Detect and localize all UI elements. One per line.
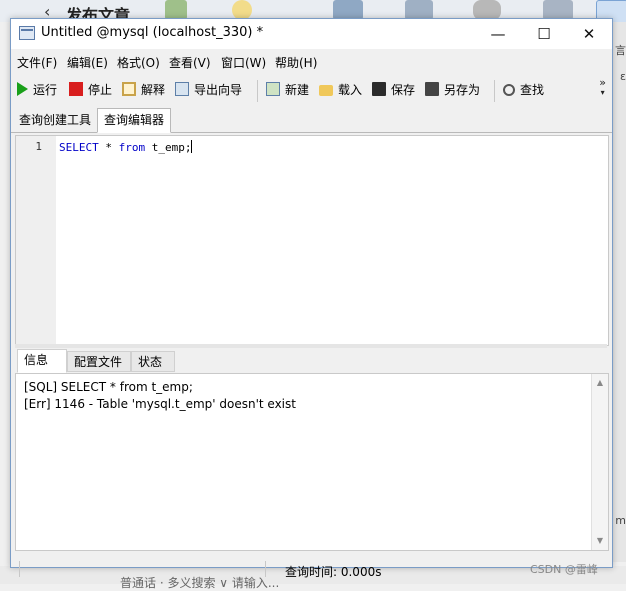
window-title: Untitled @mysql (localhost_330) * — [41, 25, 264, 40]
taskbar-view-icon[interactable] — [405, 0, 433, 20]
sql-keyword: from — [118, 141, 146, 154]
tab-status[interactable]: 状态 — [131, 351, 175, 372]
menu-view[interactable]: 查看(V) — [169, 54, 211, 71]
menu-help[interactable]: 帮助(H) — [275, 54, 317, 71]
query-window: Untitled @mysql (localhost_330) * — ☐ ✕ … — [10, 18, 613, 579]
new-button[interactable]: 新建 — [266, 81, 309, 99]
export-wizard-button[interactable]: 导出向导 — [175, 81, 242, 99]
result-tabs: 信息 配置文件 状态 — [15, 349, 607, 373]
title-bar[interactable]: Untitled @mysql (localhost_330) * — ☐ ✕ — [11, 19, 612, 49]
load-button[interactable]: 载入 — [319, 81, 362, 99]
sql-code-line[interactable]: SELECT * from t_emp; — [59, 140, 193, 154]
tab-query-editor[interactable]: 查询编辑器 — [97, 108, 172, 133]
new-query-icon — [266, 82, 280, 96]
save-label: 保存 — [391, 83, 416, 97]
folder-icon — [319, 85, 333, 96]
load-label: 载入 — [338, 83, 363, 97]
menu-bar: 文件(F) 编辑(E) 格式(O) 查看(V) 窗口(W) 帮助(H) — [11, 50, 612, 72]
export-icon — [175, 82, 189, 96]
status-divider — [19, 561, 20, 577]
close-button[interactable]: ✕ — [566, 19, 612, 49]
save-icon — [372, 82, 386, 96]
save-as-button[interactable]: 另存为 — [425, 81, 480, 99]
play-icon — [17, 82, 28, 96]
find-button[interactable]: 查找 — [503, 81, 544, 99]
toolbar-divider — [257, 80, 258, 102]
tab-query-builder[interactable]: 查询创建工具 — [13, 110, 97, 131]
taskbar-bulb-icon[interactable] — [232, 0, 252, 20]
menu-window[interactable]: 窗口(W) — [221, 54, 266, 71]
message-line: [SQL] SELECT * from t_emp; — [24, 380, 193, 394]
save-as-icon — [425, 82, 439, 96]
status-bar: 查询时间: 0.000s — [11, 559, 612, 581]
toolbar-overflow-button[interactable]: » ▾ — [599, 76, 606, 98]
background-right-panel: 言 ε m — [612, 22, 626, 562]
sql-keyword: SELECT — [59, 141, 99, 154]
pane-splitter[interactable] — [15, 344, 607, 348]
tab-profile[interactable]: 配置文件 — [67, 351, 131, 372]
export-wizard-label: 导出向导 — [194, 83, 243, 97]
explain-button[interactable]: 解释 — [122, 81, 165, 99]
query-time-status: 查询时间: 0.000s — [285, 565, 382, 579]
message-scrollbar[interactable]: ▲ ▼ — [591, 374, 608, 550]
menu-file[interactable]: 文件(F) — [17, 54, 57, 71]
status-divider — [265, 561, 266, 577]
scroll-up-icon[interactable]: ▲ — [592, 376, 608, 390]
save-as-label: 另存为 — [444, 83, 481, 97]
line-gutter: 1 — [16, 136, 56, 345]
sql-text: t_emp; — [145, 141, 192, 154]
taskbar-schedule-icon[interactable] — [543, 0, 573, 20]
stop-icon — [69, 82, 83, 96]
stop-button[interactable]: 停止 — [69, 81, 112, 99]
run-label: 运行 — [33, 83, 58, 97]
editor-tabs: 查询创建工具 查询编辑器 — [11, 108, 612, 133]
background-right-text: ε — [620, 70, 626, 83]
run-button[interactable]: 运行 — [17, 81, 57, 99]
save-button[interactable]: 保存 — [372, 81, 415, 99]
toolbar: 运行 停止 解释 导出向导 新建 载入 保存 另存为 查找 » ▾ — [11, 75, 612, 105]
explain-icon — [122, 82, 136, 96]
maximize-button[interactable]: ☐ — [521, 19, 567, 49]
taskbar-app-icon[interactable] — [165, 0, 187, 20]
taskbar-database-icon[interactable] — [473, 0, 501, 20]
background-right-text: m — [615, 514, 626, 527]
find-label: 查找 — [520, 83, 545, 97]
chevron-down-icon: ▾ — [600, 88, 605, 97]
sql-editor[interactable]: 1 SELECT * from t_emp; — [15, 135, 609, 346]
line-number: 1 — [35, 140, 42, 153]
message-line: [Err] 1146 - Table 'mysql.t_emp' doesn't… — [24, 397, 296, 411]
watermark-text: CSDN @雷峰 — [530, 563, 598, 576]
menu-format[interactable]: 格式(O) — [117, 54, 160, 71]
sql-text: * — [98, 141, 119, 154]
background-right-text: 言 — [615, 44, 626, 57]
new-label: 新建 — [285, 83, 310, 97]
menu-edit[interactable]: 编辑(E) — [67, 54, 108, 71]
stop-label: 停止 — [88, 83, 113, 97]
taskbar-table-icon[interactable] — [333, 0, 363, 20]
toolbar-divider — [494, 80, 495, 102]
chevron-right-icon: » — [599, 76, 606, 89]
tab-info[interactable]: 信息 — [17, 349, 67, 373]
message-panel[interactable]: [SQL] SELECT * from t_emp; [Err] 1146 - … — [15, 373, 609, 551]
query-window-icon — [19, 26, 35, 40]
search-icon — [503, 84, 515, 96]
text-caret — [191, 140, 193, 153]
explain-label: 解释 — [141, 83, 166, 97]
minimize-button[interactable]: — — [475, 19, 521, 49]
scroll-down-icon[interactable]: ▼ — [592, 534, 608, 548]
